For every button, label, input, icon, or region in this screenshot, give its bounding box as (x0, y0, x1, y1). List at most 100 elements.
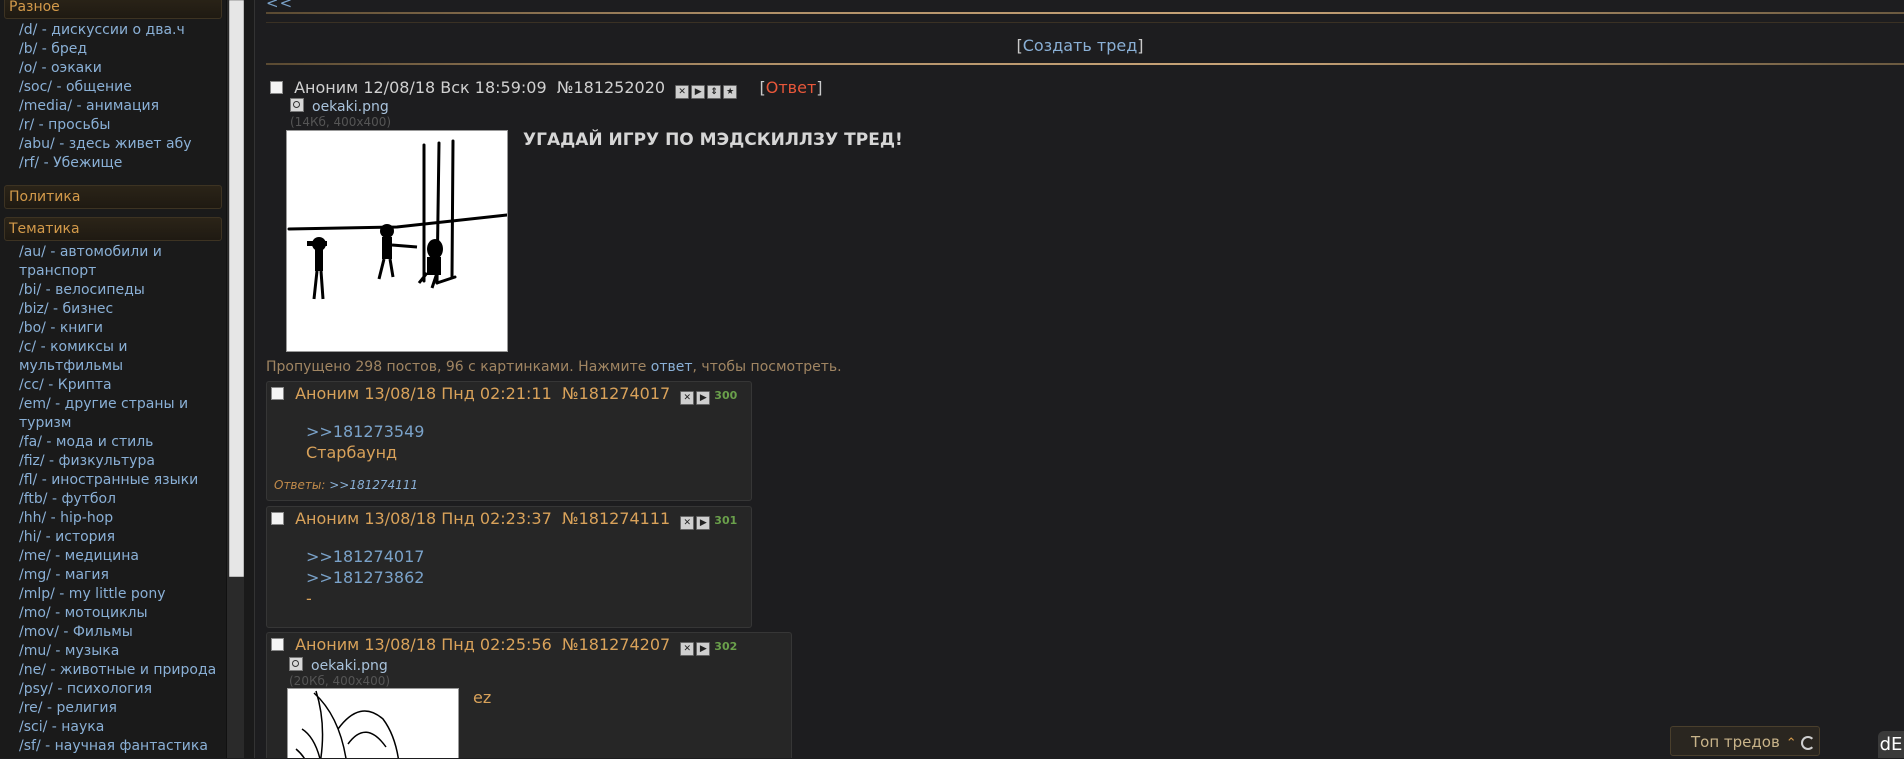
sidebar-item-fl[interactable]: /fl/ - иностранные языки (19, 472, 198, 488)
quote-link[interactable]: >>181273549 (306, 421, 424, 442)
op-file-info: oekaki.png (290, 98, 389, 115)
sidebar-item-c[interactable]: /c/ - комиксы и мультфильмы (19, 339, 128, 374)
op-image-thumbnail[interactable] (286, 130, 509, 352)
omitted-posts-notice: Пропущено 298 постов, 96 с картинками. Н… (266, 359, 842, 375)
expand-icon[interactable]: ▶ (696, 516, 711, 530)
sidebar-item-soc[interactable]: /soc/ - общение (19, 79, 132, 95)
reply-image-thumbnail[interactable] (287, 688, 459, 758)
scroll-icon[interactable]: ⇕ (707, 85, 722, 99)
board-sidebar: Разное /d/ - дискуссии о два.ч /b/ - бре… (0, 0, 226, 758)
sidebar-item-d[interactable]: /d/ - дискуссии о два.ч (19, 22, 185, 38)
sidebar-group-header-themes[interactable]: Тематика (4, 217, 222, 241)
post-select-checkbox[interactable] (271, 512, 284, 525)
hide-icon[interactable]: ✕ (680, 642, 695, 656)
sidebar-item-fa[interactable]: /fa/ - мода и стиль (19, 434, 153, 450)
sidebar-item-abu[interactable]: /abu/ - здесь живет абу (19, 136, 192, 152)
sidebar-group-header-politics[interactable]: Политика (4, 185, 222, 209)
poster-name: Аноним (295, 509, 360, 528)
post-select-checkbox[interactable] (270, 81, 283, 94)
quote-link[interactable]: >>181273862 (306, 567, 424, 588)
sidebar-item-biz[interactable]: /biz/ - бизнес (19, 301, 113, 317)
poster-name: Аноним (294, 78, 359, 97)
sidebar-group-header-misc[interactable]: Разное (4, 0, 222, 19)
reply-post: Аноним 13/08/18 Пнд 02:25:56 №181274207 … (266, 632, 792, 758)
expand-thread-link[interactable]: ответ (651, 359, 693, 375)
post-actions: ✕ ▶ (680, 510, 712, 530)
sidebar-item-bi[interactable]: /bi/ - велосипеды (19, 282, 145, 298)
post-text: ez (473, 688, 492, 707)
favorite-icon[interactable]: ★ (723, 85, 738, 99)
sidebar-item-ne[interactable]: /ne/ - животные и природа (19, 662, 216, 678)
thread-subject: УГАДАЙ ИГРУ ПО МЭДСКИЛЛЗУ ТРЕД! (523, 130, 903, 150)
oekaki-drawing (287, 139, 509, 300)
magnify-icon[interactable] (290, 98, 304, 112)
omitted-text: Пропущено 298 постов, 96 с картинками. Н… (266, 359, 651, 375)
top-threads-label: Топ тредов (1691, 733, 1780, 751)
sidebar-item-hh[interactable]: /hh/ - hip-hop (19, 510, 113, 526)
sidebar-item-mg[interactable]: /mg/ - магия (19, 567, 109, 583)
sidebar-item-r[interactable]: /r/ - просьбы (19, 117, 110, 133)
sidebar-item-o[interactable]: /o/ - оэкаки (19, 60, 102, 76)
post-number[interactable]: №181274111 (562, 509, 670, 528)
hide-icon[interactable]: ✕ (675, 85, 690, 99)
sidebar-item-au[interactable]: /au/ - автомобили и транспорт (19, 244, 162, 279)
post-count: 300 (714, 389, 738, 402)
sidebar-item-mu[interactable]: /mu/ - музыка (19, 643, 119, 659)
top-threads-button[interactable]: Топ тредов ⌃ (1670, 726, 1820, 756)
hide-icon[interactable]: ✕ (680, 391, 695, 405)
post-count: 301 (714, 514, 738, 527)
sidebar-item-psy[interactable]: /psy/ - психология (19, 681, 152, 697)
sidebar-item-hi[interactable]: /hi/ - история (19, 529, 115, 545)
sidebar-item-media[interactable]: /media/ - анимация (19, 98, 159, 114)
sidebar-item-sf[interactable]: /sf/ - научная фантастика (19, 738, 208, 754)
sidebar-item-mov[interactable]: /mov/ - Фильмы (19, 624, 133, 640)
expand-icon[interactable]: ▶ (696, 391, 711, 405)
post-actions: ✕ ▶ (680, 636, 712, 656)
op-post: Аноним 12/08/18 Вск 18:59:09 №181252020 … (270, 78, 903, 352)
refresh-icon[interactable] (1800, 736, 1815, 750)
expand-icon[interactable]: ▶ (691, 85, 706, 99)
create-thread-link[interactable]: Создать тред (1023, 36, 1138, 55)
sidebar-scrollbar-thumb[interactable] (229, 0, 244, 577)
sidebar-item-cc[interactable]: /cc/ - Крипта (19, 377, 112, 393)
expand-icon[interactable]: ▶ (696, 642, 711, 656)
op-post-header: Аноним 12/08/18 Вск 18:59:09 №181252020 … (270, 78, 823, 99)
reply-post-header: Аноним 13/08/18 Пнд 02:21:11 №181274017 … (271, 384, 737, 405)
sidebar-item-me[interactable]: /me/ - медицина (19, 548, 139, 564)
sidebar-item-sci[interactable]: /sci/ - наука (19, 719, 104, 735)
hide-icon[interactable]: ✕ (680, 516, 695, 530)
sidebar-item-b[interactable]: /b/ - бред (19, 41, 87, 57)
post-number[interactable]: №181252020 (557, 78, 665, 97)
sidebar-item-mo[interactable]: /mo/ - мотоциклы (19, 605, 148, 621)
bracket: ] (1137, 36, 1144, 55)
post-number[interactable]: №181274207 (562, 635, 670, 654)
sidebar-item-rf[interactable]: /rf/ - Убежище (19, 155, 122, 171)
sidebar-item-ftb[interactable]: /ftb/ - футбол (19, 491, 116, 507)
post-select-checkbox[interactable] (271, 387, 284, 400)
post-actions: ✕ ▶ (680, 385, 712, 405)
sidebar-item-fiz[interactable]: /fiz/ - физкультура (19, 453, 155, 469)
post-date: 13/08/18 Пнд 02:25:56 (364, 635, 552, 654)
sidebar-item-mlp[interactable]: /mlp/ - my little pony (19, 586, 166, 602)
file-name-link[interactable]: oekaki.png (311, 658, 388, 674)
create-thread-row: [Создать тред] (256, 36, 1904, 55)
collapse-up-icon[interactable]: ⌃ (1786, 736, 1797, 751)
post-date: 13/08/18 Пнд 02:23:37 (364, 509, 552, 528)
quote-link[interactable]: >>181274017 (306, 546, 424, 567)
post-body: >>181273549 Старбаунд (306, 421, 424, 463)
divider-line (266, 22, 1904, 23)
dollchan-extension-badge[interactable]: dE (1878, 731, 1904, 758)
post-date: 13/08/18 Пнд 02:21:11 (364, 384, 552, 403)
sidebar-scrollbar[interactable] (226, 0, 245, 758)
reply-backlink[interactable]: >>181274111 (329, 478, 418, 492)
sidebar-item-em[interactable]: /em/ - другие страны и туризм (19, 396, 188, 431)
post-number[interactable]: №181274017 (562, 384, 670, 403)
sidebar-item-re[interactable]: /re/ - религия (19, 700, 117, 716)
sidebar-item-bo[interactable]: /bo/ - книги (19, 320, 103, 336)
reply-link[interactable]: Ответ (766, 78, 817, 97)
post-select-checkbox[interactable] (271, 638, 284, 651)
magnify-icon[interactable] (289, 657, 303, 671)
back-link[interactable]: << (266, 0, 293, 12)
sidebar-list-themes: /au/ - автомобили и транспорт /bi/ - вел… (0, 243, 226, 756)
file-name-link[interactable]: oekaki.png (312, 99, 389, 115)
